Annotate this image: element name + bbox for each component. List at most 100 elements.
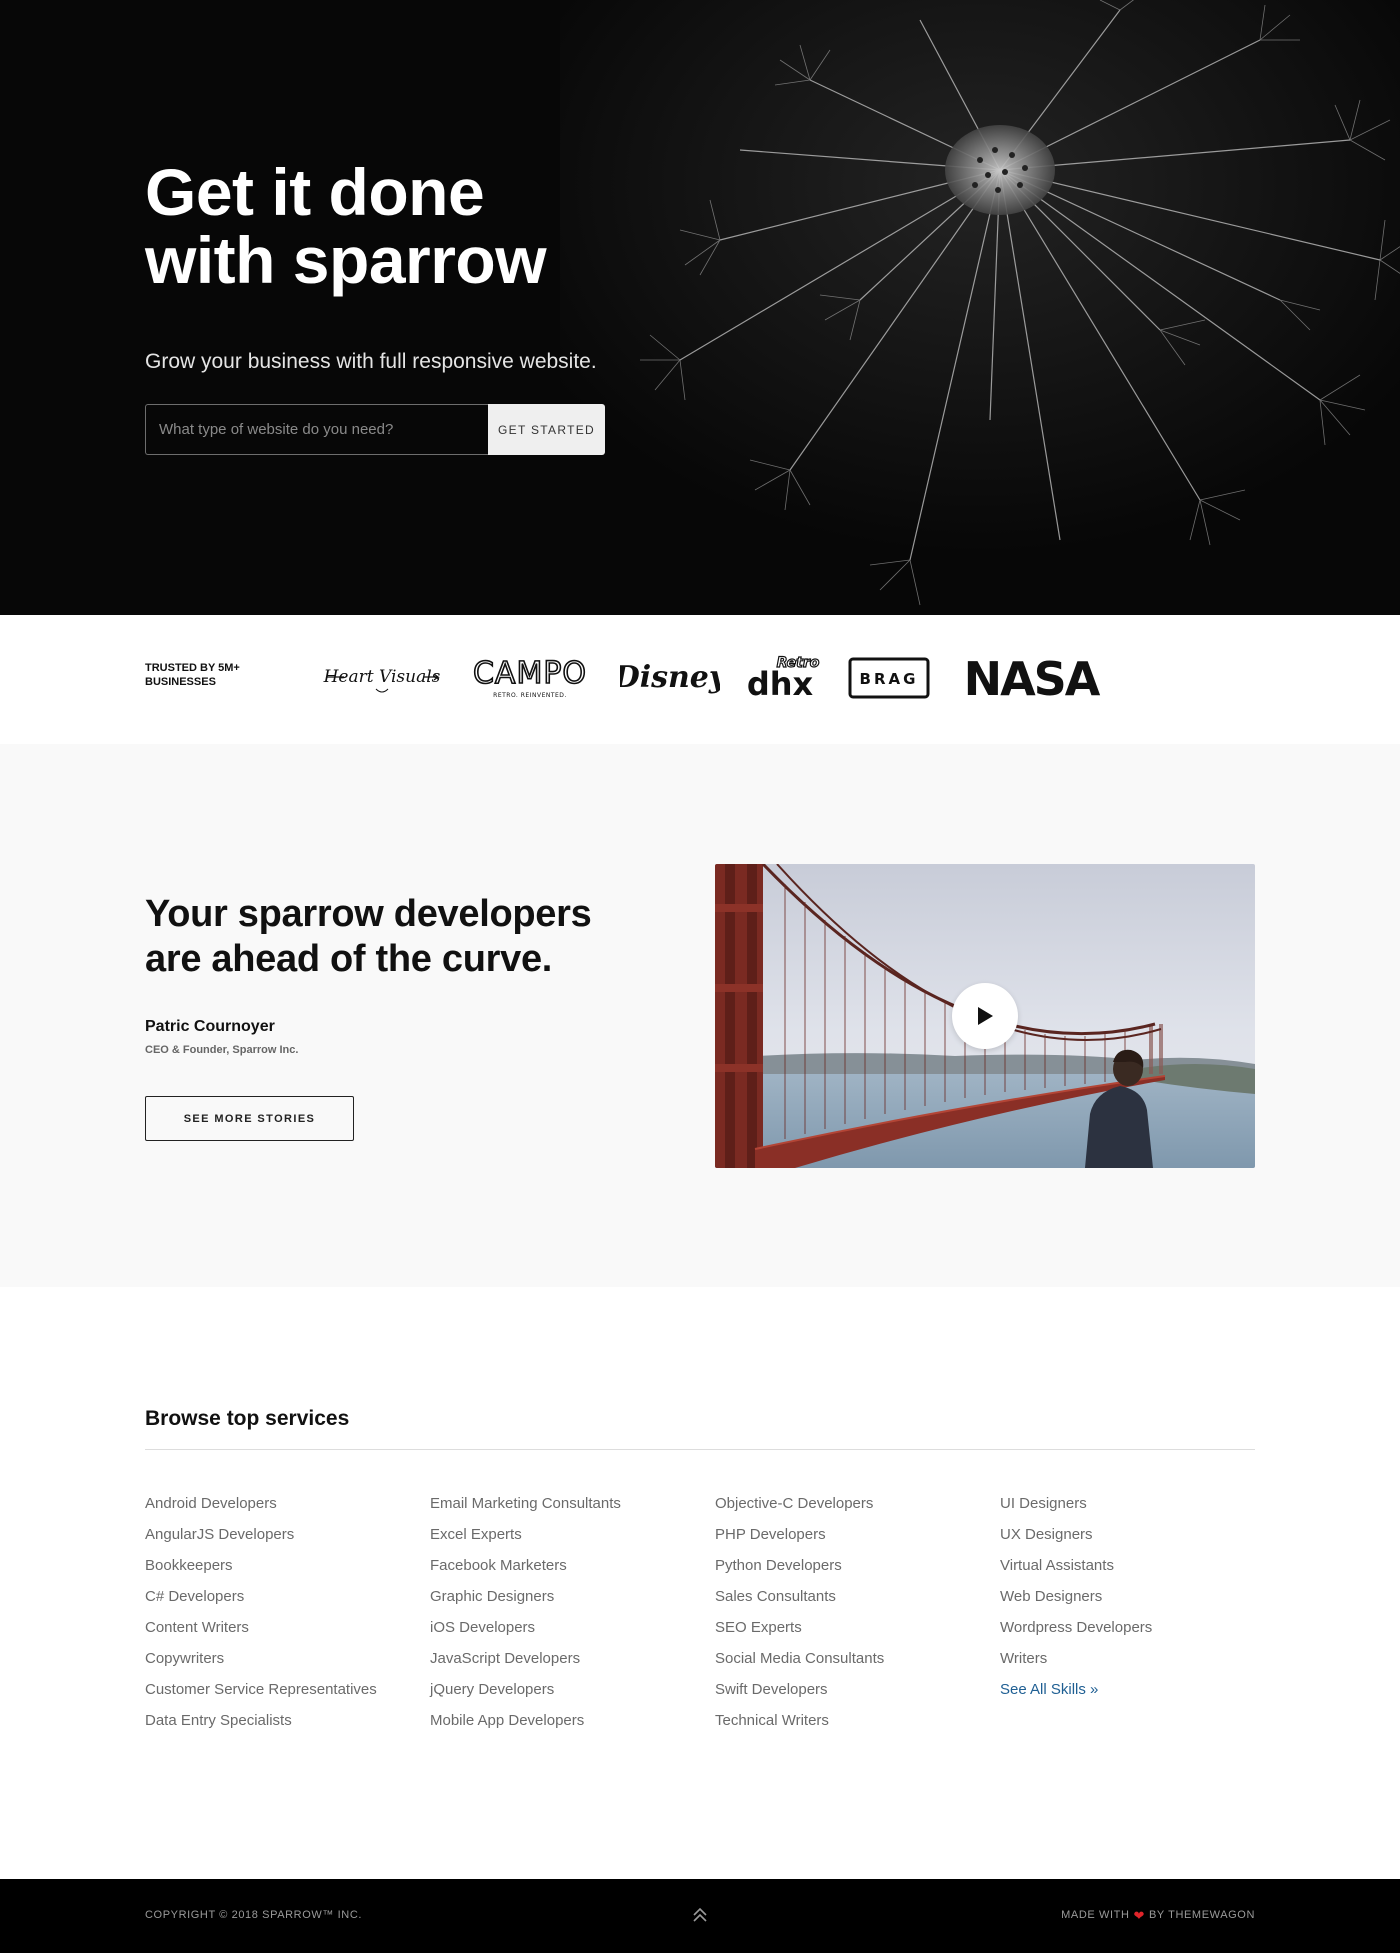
video-thumbnail[interactable] <box>715 864 1255 1168</box>
campo-logo: CAMPO RETRO. REINVENTED. <box>466 653 594 701</box>
play-icon <box>978 1007 993 1025</box>
service-link[interactable]: iOS Developers <box>430 1619 535 1636</box>
service-link[interactable]: Mobile App Developers <box>430 1712 584 1729</box>
list-item: Python Developers <box>715 1556 884 1587</box>
retro-logo-text: Retro <box>777 655 820 671</box>
service-link[interactable]: UI Designers <box>1000 1495 1087 1512</box>
list-item: SEO Experts <box>715 1618 884 1649</box>
service-link[interactable]: SEO Experts <box>715 1619 802 1636</box>
story-title-line-2: are ahead of the curve. <box>145 938 553 980</box>
services-column-4: UI Designers UX Designers Virtual Assist… <box>1000 1494 1152 1711</box>
website-type-input[interactable] <box>145 404 488 455</box>
disney-logo: Disney <box>620 653 720 701</box>
service-link[interactable]: Virtual Assistants <box>1000 1557 1114 1574</box>
service-link[interactable]: Web Designers <box>1000 1588 1102 1605</box>
service-link[interactable]: Wordpress Developers <box>1000 1619 1152 1636</box>
list-item: AngularJS Developers <box>145 1525 377 1556</box>
hero-subtitle: Grow your business with full responsive … <box>145 350 597 373</box>
service-link[interactable]: JavaScript Developers <box>430 1650 580 1667</box>
service-link[interactable]: Bookkeepers <box>145 1557 233 1574</box>
list-item: Facebook Marketers <box>430 1556 621 1587</box>
hero-title: Get it done with sparrow <box>145 158 745 294</box>
list-item: Email Marketing Consultants <box>430 1494 621 1525</box>
services-section: Browse top services Android Developers A… <box>0 1287 1400 1879</box>
service-link[interactable]: UX Designers <box>1000 1526 1093 1543</box>
heart-visuals-logo: Heart Visuals <box>322 655 442 699</box>
service-link[interactable]: Email Marketing Consultants <box>430 1495 621 1512</box>
heart-icon: ❤ <box>1133 1907 1145 1923</box>
list-item: Swift Developers <box>715 1680 884 1711</box>
service-link[interactable]: AngularJS Developers <box>145 1526 294 1543</box>
list-item: Data Entry Specialists <box>145 1711 377 1742</box>
services-title: Browse top services <box>145 1407 350 1430</box>
service-link[interactable]: C# Developers <box>145 1588 244 1605</box>
services-column-3: Objective-C Developers PHP Developers Py… <box>715 1494 884 1742</box>
made-with-credit: MADE WITH ❤ BY THEMEWAGON <box>1061 1907 1255 1923</box>
hero-title-line-2: with sparrow <box>145 223 547 297</box>
service-link[interactable]: Android Developers <box>145 1495 277 1512</box>
footer: COPYRIGHT © 2018 SPARROW™ INC. MADE WITH… <box>0 1879 1400 1953</box>
list-item: Copywriters <box>145 1649 377 1680</box>
themewagon-credit: BY THEMEWAGON <box>1149 1909 1255 1921</box>
list-item: Writers <box>1000 1649 1152 1680</box>
list-item: Social Media Consultants <box>715 1649 884 1680</box>
see-all-skills-link[interactable]: See All Skills » <box>1000 1681 1098 1698</box>
services-column-2: Email Marketing Consultants Excel Expert… <box>430 1494 621 1742</box>
service-link[interactable]: Excel Experts <box>430 1526 522 1543</box>
service-link[interactable]: Social Media Consultants <box>715 1650 884 1667</box>
services-column-1: Android Developers AngularJS Developers … <box>145 1494 377 1742</box>
list-item: UX Designers <box>1000 1525 1152 1556</box>
list-item: Objective-C Developers <box>715 1494 884 1525</box>
play-video-button[interactable] <box>952 983 1018 1049</box>
service-link[interactable]: Copywriters <box>145 1650 224 1667</box>
nasa-logo-text: NASA <box>964 655 1101 701</box>
service-link[interactable]: Customer Service Representatives <box>145 1681 377 1698</box>
double-chevron-up-icon <box>693 1907 707 1922</box>
service-link[interactable]: Writers <box>1000 1650 1047 1667</box>
back-to-top-button[interactable] <box>689 1904 711 1926</box>
list-item: jQuery Developers <box>430 1680 621 1711</box>
list-item: Excel Experts <box>430 1525 621 1556</box>
service-link[interactable]: Technical Writers <box>715 1712 829 1729</box>
list-item: iOS Developers <box>430 1618 621 1649</box>
list-item: Wordpress Developers <box>1000 1618 1152 1649</box>
hero-search-form: GET STARTED <box>145 404 605 455</box>
service-link[interactable]: Python Developers <box>715 1557 842 1574</box>
list-item: UI Designers <box>1000 1494 1152 1525</box>
trusted-by-section: TRUSTED BY 5M+ BUSINESSES Heart Visuals … <box>0 615 1400 744</box>
hero-title-line-1: Get it done <box>145 155 485 229</box>
list-item: See All Skills » <box>1000 1680 1152 1711</box>
brag-logo-text: BRAG <box>860 670 919 688</box>
service-link[interactable]: jQuery Developers <box>430 1681 554 1698</box>
testimonial-name: Patric Cournoyer <box>145 1018 275 1035</box>
nasa-logo: NASA <box>956 655 1106 701</box>
list-item: Sales Consultants <box>715 1587 884 1618</box>
see-more-stories-button[interactable]: SEE MORE STORIES <box>145 1096 354 1141</box>
service-link[interactable]: Facebook Marketers <box>430 1557 567 1574</box>
service-link[interactable]: Data Entry Specialists <box>145 1712 292 1729</box>
trusted-by-label-line-2: BUSINESSES <box>145 676 216 688</box>
service-link[interactable]: Objective-C Developers <box>715 1495 873 1512</box>
service-link[interactable]: PHP Developers <box>715 1526 826 1543</box>
list-item: JavaScript Developers <box>430 1649 621 1680</box>
list-item: Graphic Designers <box>430 1587 621 1618</box>
get-started-button[interactable]: GET STARTED <box>488 404 605 455</box>
services-divider <box>145 1449 1255 1450</box>
hero-section: Get it done with sparrow Grow your busin… <box>0 0 1400 615</box>
service-link[interactable]: Content Writers <box>145 1619 249 1636</box>
dandelion-image <box>560 0 1400 615</box>
disney-logo-text: Disney <box>620 660 720 695</box>
list-item: C# Developers <box>145 1587 377 1618</box>
service-link[interactable]: Sales Consultants <box>715 1588 836 1605</box>
dhx-retro-logo: dhx Retro <box>744 651 824 703</box>
service-link[interactable]: Graphic Designers <box>430 1588 554 1605</box>
list-item: Customer Service Representatives <box>145 1680 377 1711</box>
service-link[interactable]: Swift Developers <box>715 1681 828 1698</box>
heart-visuals-logo-text: Heart Visuals <box>323 667 441 687</box>
copyright-text: COPYRIGHT © 2018 SPARROW™ INC. <box>145 1909 363 1921</box>
campo-logo-tagline: RETRO. REINVENTED. <box>493 692 567 699</box>
trusted-by-label-line-1: TRUSTED BY 5M+ <box>145 662 240 674</box>
list-item: Virtual Assistants <box>1000 1556 1152 1587</box>
campo-logo-text: CAMPO <box>473 656 587 691</box>
trusted-by-label: TRUSTED BY 5M+ BUSINESSES <box>145 661 265 689</box>
